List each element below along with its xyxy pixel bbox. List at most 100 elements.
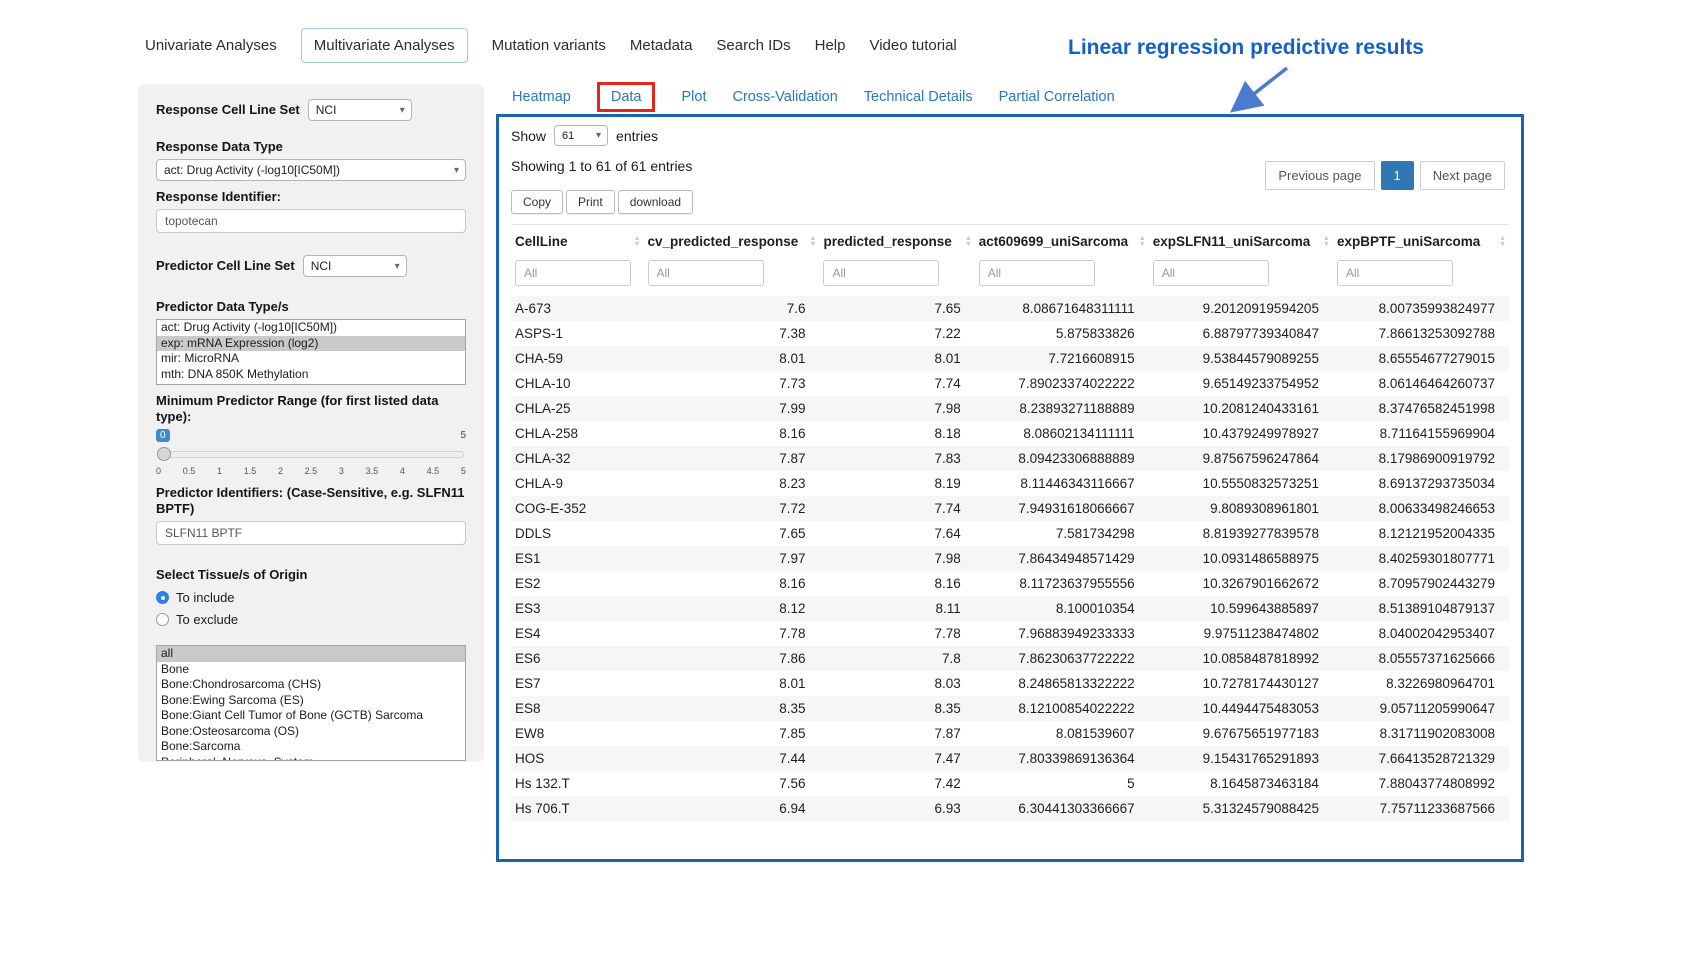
sort-icon[interactable]: ▲▼ [810, 236, 817, 248]
cell-value: 7.6 [644, 296, 820, 321]
tissue-origin-label: Select Tissue/s of Origin [156, 567, 466, 583]
column-header-expslfn11-unisarcoma[interactable]: expSLFN11_uniSarcoma▲▼ [1149, 225, 1333, 259]
cell-value: 7.87 [644, 446, 820, 471]
predictor-data-types-label: Predictor Data Type/s [156, 299, 466, 315]
table-row: CHLA-107.737.747.890233740222229.6514923… [511, 371, 1509, 396]
tissue-include-radio[interactable] [156, 591, 169, 604]
table-row: Hs 132.T7.567.4258.16458734631847.880437… [511, 771, 1509, 796]
column-header-act609699-unisarcoma[interactable]: act609699_uniSarcoma▲▼ [975, 225, 1149, 259]
tissue-option-bone-ewing-sarcoma-es[interactable]: Bone:Ewing Sarcoma (ES) [157, 693, 465, 709]
cell-value: 8.40259301807771 [1333, 546, 1509, 571]
response-data-type-select[interactable]: act: Drug Activity (-log10[IC50M]) ▾ [156, 159, 466, 181]
sort-icon[interactable]: ▲▼ [634, 236, 641, 248]
filter-input-predicted-response[interactable] [823, 260, 939, 286]
tissue-option-peripheral-nervous-system[interactable]: Peripheral_Nervous_System [157, 755, 465, 762]
list-option-mir-microrna[interactable]: mir: MicroRNA [157, 351, 465, 367]
tissue-list[interactable]: allBoneBone:Chondrosarcoma (CHS)Bone:Ewi… [156, 645, 466, 761]
sort-icon[interactable]: ▲▼ [1139, 236, 1146, 248]
list-option-exp-mrna-expression-log2[interactable]: exp: mRNA Expression (log2) [157, 336, 465, 352]
cell-value: 7.99 [644, 396, 820, 421]
sort-icon[interactable]: ▲▼ [965, 236, 972, 248]
nav-item-univariate-analyses[interactable]: Univariate Analyses [145, 29, 277, 62]
tissue-option-bone[interactable]: Bone [157, 662, 465, 678]
tissue-option-all[interactable]: all [157, 646, 465, 662]
sort-icon[interactable]: ▲▼ [1499, 236, 1506, 248]
next-page-button[interactable]: Next page [1420, 161, 1505, 190]
cell-value: 10.7278174430127 [1149, 671, 1333, 696]
filter-input-cv-predicted-response[interactable] [648, 260, 764, 286]
cell-value: 7.96883949233333 [975, 621, 1149, 646]
cell-value: 7.22 [819, 321, 974, 346]
tissue-option-bone-chondrosarcoma-chs[interactable]: Bone:Chondrosarcoma (CHS) [157, 677, 465, 693]
column-header-predicted-response[interactable]: predicted_response▲▼ [819, 225, 974, 259]
table-row: ES67.867.87.8623063772222210.08584878189… [511, 646, 1509, 671]
filter-cell [819, 258, 974, 296]
download-button[interactable]: download [618, 190, 693, 214]
nav-item-help[interactable]: Help [815, 29, 846, 62]
column-header-label: expBPTF_uniSarcoma [1337, 234, 1480, 249]
filter-input-expbptf-unisarcoma[interactable] [1337, 260, 1453, 286]
tab-technical-details[interactable]: Technical Details [864, 89, 973, 105]
table-row: ASPS-17.387.225.8758338266.8879773934084… [511, 321, 1509, 346]
previous-page-button[interactable]: Previous page [1265, 161, 1374, 190]
cell-value: 7.64 [819, 521, 974, 546]
sort-desc-icon: ▼ [1499, 242, 1506, 248]
tissue-exclude-row: To exclude [156, 612, 466, 627]
cell-value: 9.87567596247864 [1149, 446, 1333, 471]
predictor-identifiers-input[interactable] [156, 521, 466, 545]
cell-value: 10.4494475483053 [1149, 696, 1333, 721]
cell-value: 7.42 [819, 771, 974, 796]
response-identifier-label: Response Identifier: [156, 189, 466, 205]
sort-icon[interactable]: ▲▼ [1323, 236, 1330, 248]
column-header-cv-predicted-response[interactable]: cv_predicted_response▲▼ [644, 225, 820, 259]
print-button[interactable]: Print [566, 190, 615, 214]
filter-input-expslfn11-unisarcoma[interactable] [1153, 260, 1269, 286]
tissue-option-bone-osteosarcoma-os[interactable]: Bone:Osteosarcoma (OS) [157, 724, 465, 740]
slider-handle[interactable] [157, 447, 171, 461]
nav-item-mutation-variants[interactable]: Mutation variants [492, 29, 606, 62]
list-option-mth-dna-850k-methylation[interactable]: mth: DNA 850K Methylation [157, 367, 465, 383]
cell-value: 8.12100854022222 [975, 696, 1149, 721]
slider-tick-label: 0 [156, 466, 161, 476]
nav-item-metadata[interactable]: Metadata [630, 29, 693, 62]
cell-value: 7.581734298 [975, 521, 1149, 546]
cell-value: 7.86434948571429 [975, 546, 1149, 571]
tab-data[interactable]: Data [597, 82, 656, 112]
tab-cross-validation[interactable]: Cross-Validation [732, 89, 837, 105]
column-header-expbptf-unisarcoma[interactable]: expBPTF_uniSarcoma ▲▼ [1333, 225, 1509, 259]
filter-input-act609699-unisarcoma[interactable] [979, 260, 1095, 286]
tissue-option-bone-sarcoma[interactable]: Bone:Sarcoma [157, 739, 465, 755]
slider-tick-label: 2.5 [305, 466, 318, 476]
list-option-act-drug-activity-log10-ic50m[interactable]: act: Drug Activity (-log10[IC50M]) [157, 320, 465, 336]
min-predictor-range-label: Minimum Predictor Range (for first liste… [156, 393, 466, 425]
current-page-button[interactable]: 1 [1381, 161, 1414, 190]
tab-plot[interactable]: Plot [681, 89, 706, 105]
cell-value: 8.18 [819, 421, 974, 446]
response-identifier-input[interactable] [156, 209, 466, 233]
predictor-data-type-list[interactable]: act: Drug Activity (-log10[IC50M])exp: m… [156, 319, 466, 385]
results-table: CellLine▲▼cv_predicted_response▲▼predict… [511, 224, 1509, 821]
cell-value: 7.97 [644, 546, 820, 571]
cell-value: 8.65554677279015 [1333, 346, 1509, 371]
tab-heatmap[interactable]: Heatmap [512, 89, 571, 105]
nav-item-multivariate-analyses[interactable]: Multivariate Analyses [301, 28, 468, 63]
slider-track[interactable] [158, 451, 464, 458]
entries-count-select[interactable]: 61 ▾ [554, 125, 608, 146]
cell-value: 7.8 [819, 646, 974, 671]
table-row: ES47.787.787.968839492333339.97511238474… [511, 621, 1509, 646]
nav-item-video-tutorial[interactable]: Video tutorial [869, 29, 956, 62]
cell-value: 8.70957902443279 [1333, 571, 1509, 596]
cell-line-name: Hs 706.T [511, 796, 644, 821]
copy-button[interactable]: Copy [511, 190, 563, 214]
table-row: ES88.358.358.1210085402222210.4494475483… [511, 696, 1509, 721]
tab-partial-correlation[interactable]: Partial Correlation [999, 89, 1115, 105]
tissue-option-bone-giant-cell-tumor-of-bone-gctb-sarcoma[interactable]: Bone:Giant Cell Tumor of Bone (GCTB) Sar… [157, 708, 465, 724]
filter-cell [1149, 258, 1333, 296]
column-header-cellline[interactable]: CellLine▲▼ [511, 225, 644, 259]
nav-item-search-ids[interactable]: Search IDs [716, 29, 790, 62]
table-row: CHLA-2588.168.188.0860213411111110.43792… [511, 421, 1509, 446]
predictor-cell-line-set-select[interactable]: NCI ▾ [303, 255, 407, 277]
response-cell-line-set-select[interactable]: NCI ▾ [308, 99, 412, 121]
filter-input-cellline[interactable] [515, 260, 631, 286]
tissue-exclude-radio[interactable] [156, 613, 169, 626]
